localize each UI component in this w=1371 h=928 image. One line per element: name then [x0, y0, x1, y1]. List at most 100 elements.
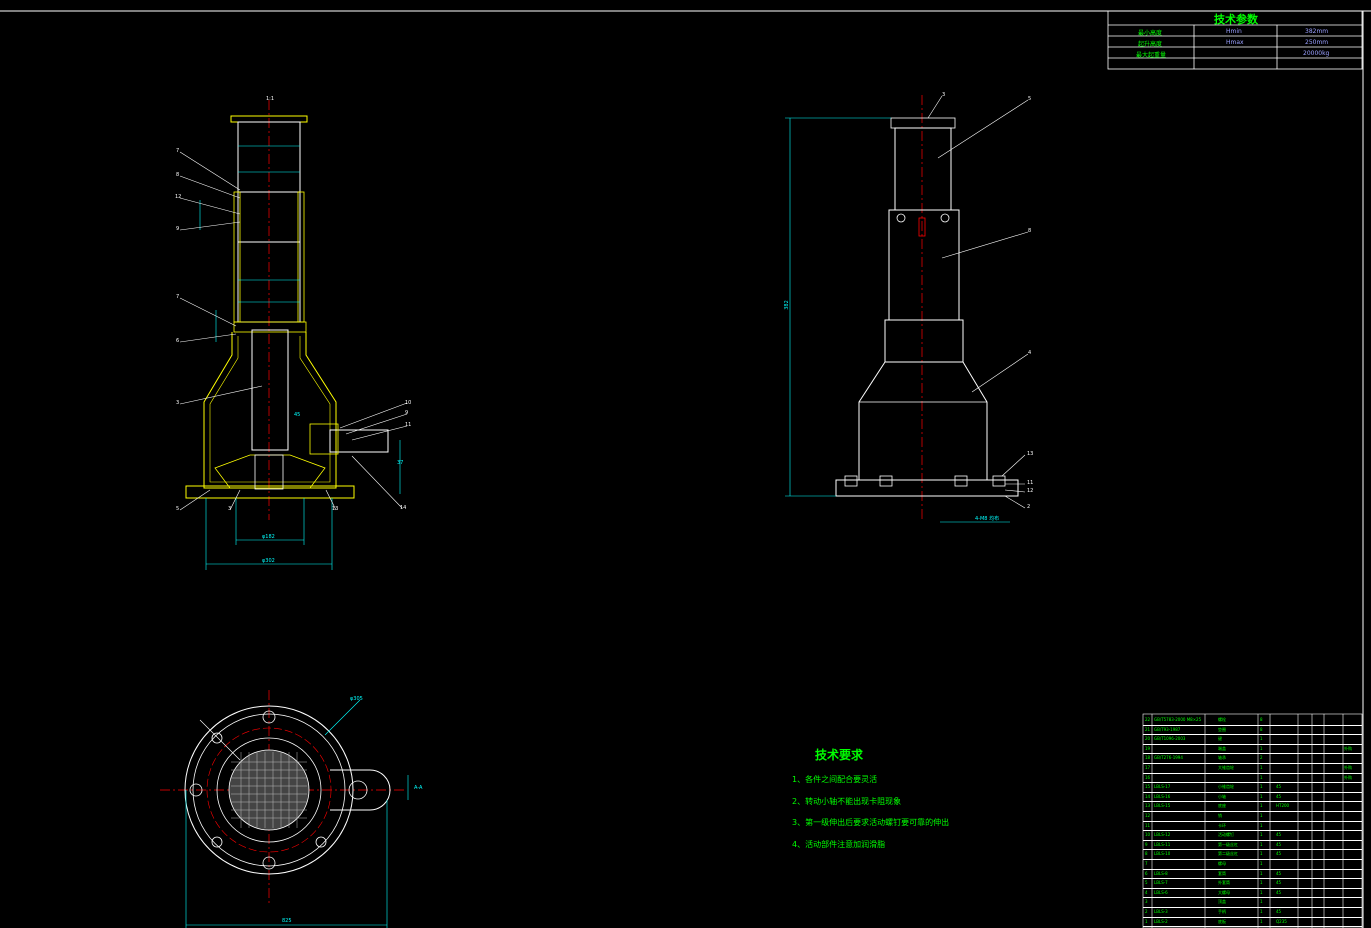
- spec-row-3-value: 20000kg: [1303, 50, 1330, 57]
- bom-cell-name: 顶盖: [1218, 899, 1226, 905]
- spec-row-2-value: 250mm: [1305, 39, 1329, 46]
- bom-cell-name: 大螺母: [1218, 889, 1230, 895]
- bom-cell-code: GB/T276-1994: [1154, 755, 1183, 761]
- bom-cell-qty: 1: [1260, 861, 1263, 866]
- part-label: 4: [1028, 350, 1032, 356]
- bom-cell-code: LBLS-15: [1154, 803, 1171, 809]
- bom-cell-qty: 8: [1260, 726, 1263, 732]
- bom-cell-mat: 45: [1276, 851, 1282, 857]
- part-label: 12: [175, 194, 182, 200]
- bom-row-divider: [1143, 897, 1362, 899]
- bom-cell-no: 8: [1145, 851, 1148, 857]
- bom-cell-no: 18: [1145, 755, 1151, 761]
- bom-cell-code: LBLS-8: [1154, 870, 1168, 876]
- part-label: 13: [332, 506, 339, 512]
- bom-cell-qty: 1: [1260, 909, 1263, 914]
- bom-cell-name: 轴承: [1218, 755, 1226, 761]
- part-label: 11: [1027, 480, 1034, 486]
- spec-row-2-name: 起升高度: [1138, 41, 1163, 48]
- bom-cell-name: 底板: [1218, 918, 1226, 924]
- bom-row-divider: [1143, 887, 1362, 889]
- bom-cell-name: 卡环: [1218, 822, 1226, 828]
- bom-row-divider: [1143, 839, 1362, 841]
- bom-cell-no: 11: [1145, 822, 1151, 828]
- part-label: 12: [1027, 488, 1034, 494]
- pitch-note-label: 4-M8 均布: [975, 516, 1000, 522]
- bom-cell-no: 10: [1145, 832, 1151, 838]
- bom-cell-name: 第一级丝杠: [1218, 841, 1238, 847]
- bom-cell-mat: 45: [1276, 841, 1282, 847]
- bom-cell-qty: 1: [1260, 774, 1263, 780]
- bom-row-divider: [1143, 820, 1362, 822]
- bom-cell-mat: 45: [1276, 889, 1282, 895]
- bom-cell-mat: 45: [1276, 909, 1282, 914]
- bom-cell-no: 14: [1145, 793, 1151, 799]
- bom-row-divider: [1143, 734, 1362, 736]
- bom-cell-code: GB/T5783-2000 M8×25: [1154, 717, 1202, 722]
- bom-cell-code: LBLS-10: [1154, 851, 1171, 857]
- bom-cell-qty: 1: [1260, 832, 1263, 838]
- bom-cell-qty: 1: [1260, 851, 1263, 857]
- base-dia-label: φ302: [262, 558, 275, 564]
- bom-cell-name: 键: [1218, 736, 1222, 742]
- bom-cell-code: LBLS-7: [1154, 880, 1168, 886]
- bom-row-divider: [1143, 868, 1362, 870]
- bom-cell-qty: 1: [1260, 803, 1263, 809]
- part-label: 8: [176, 172, 180, 178]
- bom-cell-qty: 1: [1260, 918, 1263, 924]
- bom-row-divider: [1143, 916, 1362, 918]
- bom-row-divider: [1143, 849, 1362, 851]
- bom-row-divider: [1143, 811, 1362, 812]
- bom-cell-code: LBLS-2: [1154, 918, 1168, 924]
- spec-row-2-symbol: Hmax: [1226, 39, 1244, 46]
- part-label: 3: [176, 400, 180, 406]
- spec-row-1-symbol: Hmin: [1226, 28, 1242, 35]
- part-label: 6: [176, 338, 180, 344]
- bom-cell-qty: 1: [1260, 841, 1263, 847]
- bom-cell-name: 手柄: [1218, 909, 1226, 914]
- bom-cell-note: 外购: [1344, 774, 1352, 780]
- section-label: 1:1: [266, 96, 275, 102]
- direction-label: A-A: [414, 785, 423, 791]
- bom-cell-name: 底座: [1218, 803, 1226, 809]
- bom-cell-no: 22: [1145, 717, 1151, 722]
- bom-cell-no: 3: [1145, 899, 1148, 905]
- bom-row-divider: [1143, 763, 1362, 764]
- bom-row-divider: [1143, 791, 1362, 793]
- spec-table-title: 技术参数: [1214, 13, 1258, 26]
- dim-37-label: 37: [397, 460, 404, 466]
- bom-cell-mat: Q235: [1276, 918, 1287, 924]
- part-label: 5: [1028, 96, 1032, 102]
- base-inner-dia-label: φ182: [262, 534, 275, 540]
- bom-cell-name: 套筒: [1218, 870, 1226, 876]
- bom-cell-mat: 45: [1276, 832, 1282, 838]
- bom-cell-mat: 45: [1276, 870, 1282, 876]
- bom-cell-no: 6: [1145, 870, 1148, 876]
- bom-cell-qty: 8: [1260, 717, 1263, 722]
- bom-cell-mat: 45: [1276, 793, 1282, 799]
- bom-cell-no: 21: [1145, 726, 1151, 732]
- bom-cell-no: 15: [1145, 784, 1151, 790]
- part-label: 3: [228, 506, 232, 512]
- bom-cell-no: 9: [1145, 841, 1148, 847]
- bom-cell-no: 12: [1145, 813, 1151, 818]
- bom-cell-no: 1: [1145, 918, 1148, 924]
- part-label: 13: [1027, 451, 1034, 457]
- bom-cell-no: 7: [1145, 861, 1148, 866]
- bom-cell-mat: 45: [1276, 784, 1282, 790]
- bom-cell-qty: 1: [1260, 765, 1263, 770]
- part-label: 7: [176, 148, 180, 154]
- bom-row-divider: [1143, 772, 1362, 774]
- spec-row-1-name: 最小高度: [1138, 30, 1163, 37]
- bom-cell-name: 外套筒: [1218, 880, 1230, 886]
- bom-cell-name: 螺母: [1218, 861, 1226, 866]
- bom-cell-name: 销: [1218, 813, 1222, 818]
- bom-cell-qty: 2: [1260, 755, 1263, 761]
- bom-cell-qty: 1: [1260, 736, 1263, 742]
- part-label: 9: [176, 226, 180, 232]
- bom-cell-no: 5: [1145, 880, 1148, 886]
- overall-height-label: 382: [783, 300, 790, 310]
- bom-cell-no: 2: [1145, 909, 1148, 914]
- bom-cell-qty: 1: [1260, 880, 1263, 886]
- bom-cell-code: LBLS-11: [1154, 841, 1171, 847]
